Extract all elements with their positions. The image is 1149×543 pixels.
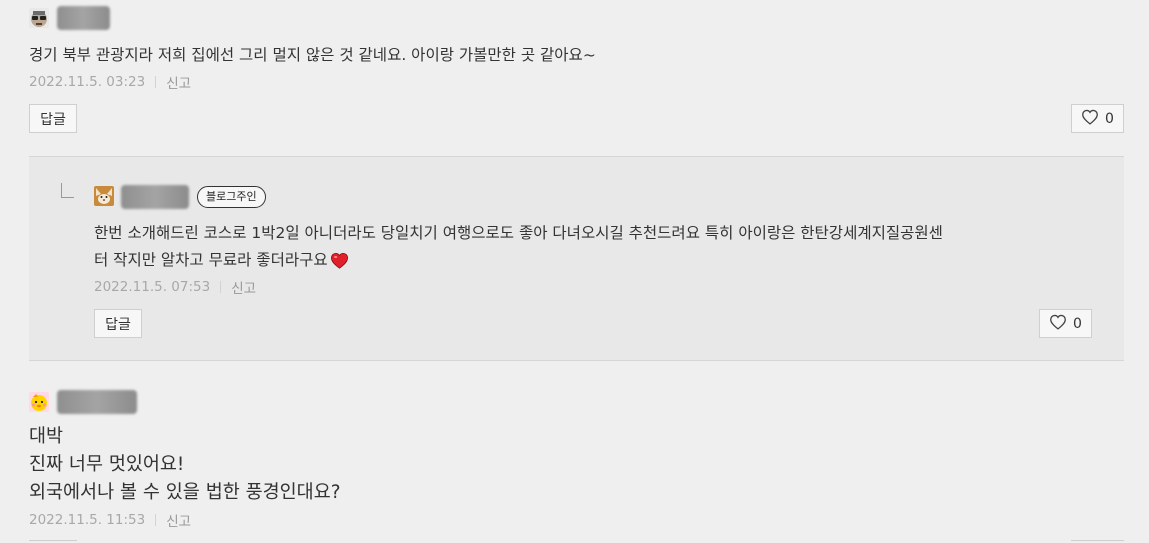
comment-date: 2022.11.5. 11:53 <box>29 512 146 528</box>
reply-button-label: 답글 <box>40 111 66 128</box>
divider <box>155 514 157 526</box>
avatar[interactable] <box>29 8 49 28</box>
like-count: 0 <box>1073 315 1082 332</box>
comment-text-line2: 진짜 너무 멋있어요! <box>29 454 185 475</box>
nickname-blurred[interactable] <box>121 185 189 209</box>
comment-meta: 2022.11.5. 03:23 신고 <box>29 72 191 92</box>
reply-button-label: 답글 <box>105 316 131 333</box>
reply-text-line2: 터 작지만 알차고 무료라 좋더라구요 <box>94 247 349 273</box>
like-button[interactable]: 0 <box>1071 104 1124 133</box>
heart-icon <box>1081 109 1099 129</box>
reply-button[interactable]: 답글 <box>29 104 77 133</box>
reply-text-line2-content: 터 작지만 알차고 무료라 좋더라구요 <box>94 251 328 269</box>
avatar[interactable] <box>94 186 114 206</box>
divider <box>220 281 222 293</box>
like-button[interactable]: 0 <box>1039 309 1092 338</box>
heart-emoji-icon <box>330 252 349 269</box>
like-count: 0 <box>1105 110 1114 127</box>
report-link[interactable]: 신고 <box>166 510 191 530</box>
comment-text-line1: 대박 <box>29 426 64 447</box>
blog-owner-badge: 블로그주인 <box>197 186 266 208</box>
reply-indicator-icon <box>61 183 74 198</box>
comment-meta: 2022.11.5. 11:53 신고 <box>29 510 191 530</box>
divider <box>155 76 157 88</box>
comment-text-line3: 외국에서나 볼 수 있을 법한 풍경인대요? <box>29 482 341 503</box>
comment-text: 경기 북부 관광지라 저희 집에선 그리 멀지 않은 것 같네요. 아이랑 가볼… <box>29 46 596 64</box>
report-link[interactable]: 신고 <box>166 72 191 92</box>
heart-icon <box>1049 314 1067 334</box>
reply-text-line1: 한번 소개해드린 코스로 1박2일 아니더라도 당일치기 여행으로도 좋아 다녀… <box>94 224 943 242</box>
reply-date: 2022.11.5. 07:53 <box>94 279 211 295</box>
reply-button[interactable]: 답글 <box>94 309 142 338</box>
avatar[interactable] <box>29 392 49 412</box>
nickname-blurred[interactable] <box>57 6 110 30</box>
report-link[interactable]: 신고 <box>231 277 256 297</box>
reply-meta: 2022.11.5. 07:53 신고 <box>94 277 256 297</box>
comment-date: 2022.11.5. 03:23 <box>29 74 146 90</box>
nickname-blurred[interactable] <box>57 390 137 414</box>
